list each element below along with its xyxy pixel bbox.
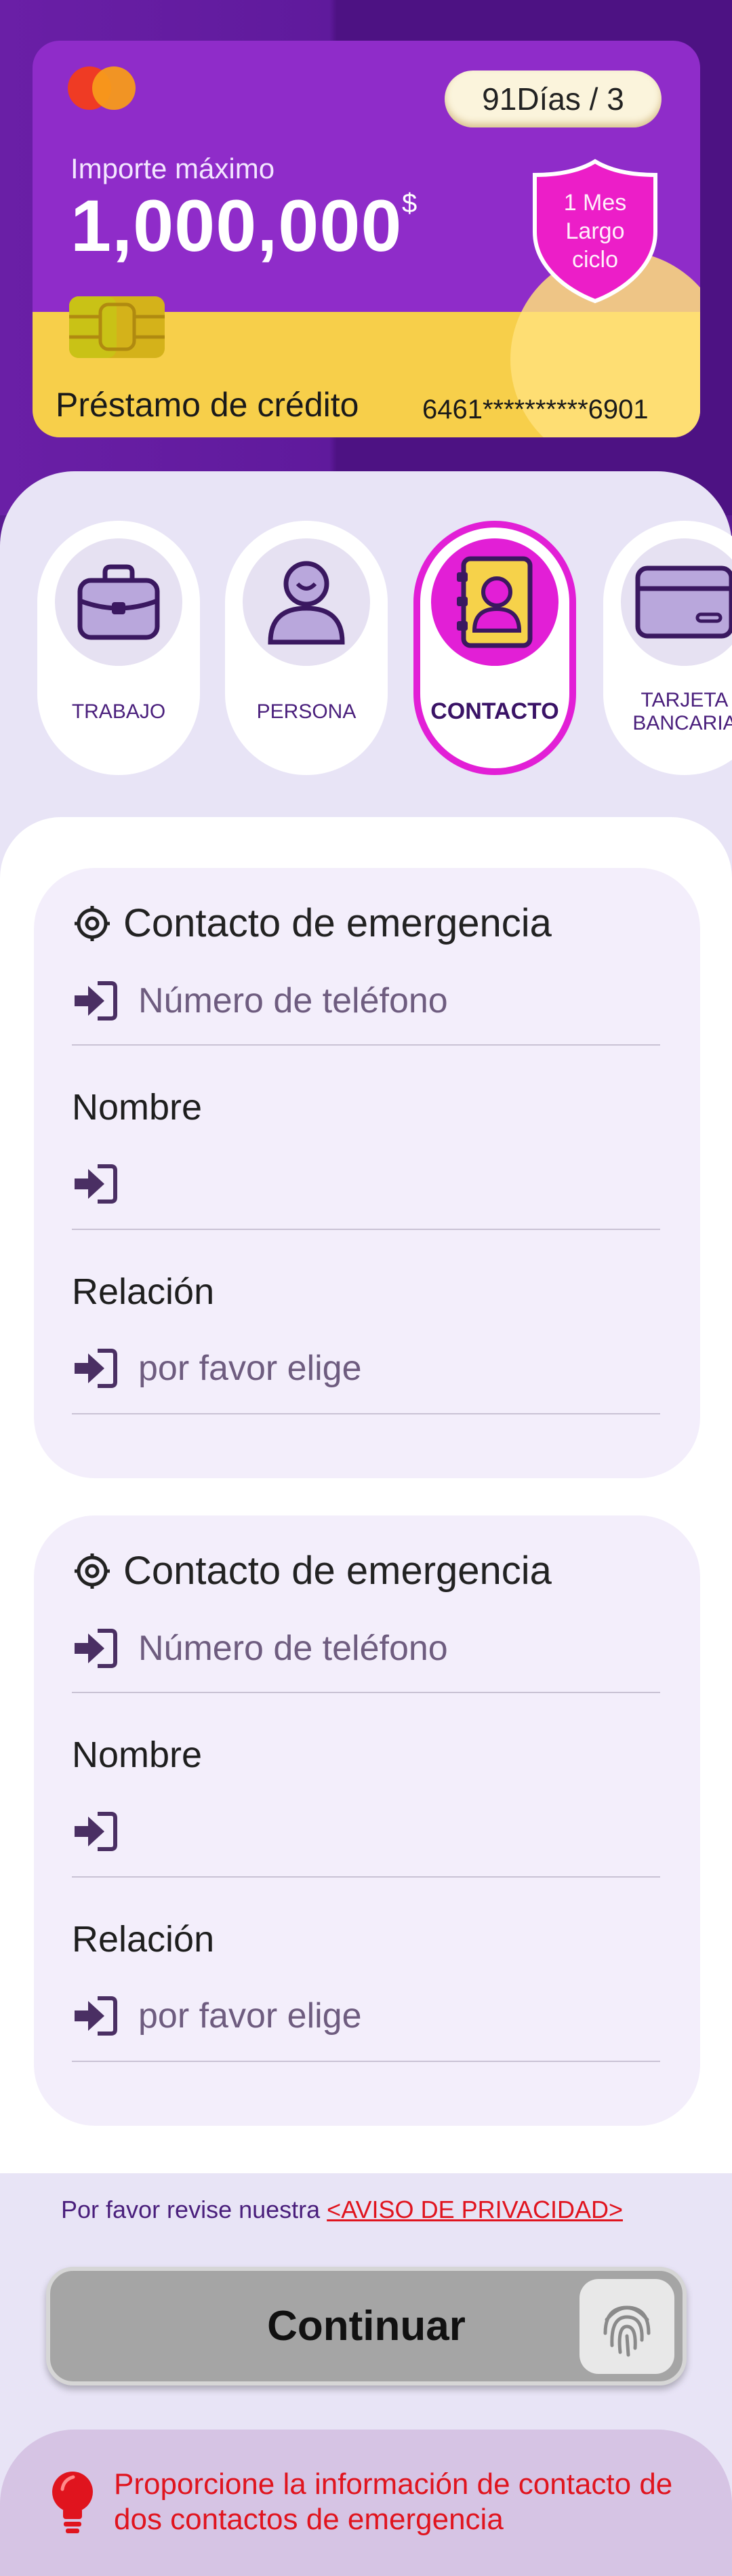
name-field[interactable]: Nombre	[72, 1693, 660, 1878]
step-persona[interactable]: PERSONA	[225, 521, 388, 775]
amount-label: Importe máximo	[70, 153, 275, 184]
loan-card: 91Días / 3 Importe máximo 1,000,000 $ 1 …	[33, 41, 700, 437]
contact-book-icon	[457, 556, 533, 648]
card-chip-icon	[69, 296, 165, 358]
target-icon	[75, 1553, 110, 1589]
login-arrow-icon	[75, 1996, 117, 2036]
relation-field[interactable]: Relación por favor elige	[72, 1878, 660, 2062]
privacy-notice: Por favor revise nuestra <AVISO DE PRIVA…	[61, 2196, 623, 2224]
term-badge: 91Días / 3	[445, 71, 662, 127]
phone-placeholder: Número de teléfono	[138, 981, 448, 1021]
step-tarjeta-bancaria[interactable]: TARJETA BANCARIA	[603, 521, 732, 775]
login-arrow-icon	[75, 1629, 117, 1668]
loan-title: Préstamo de crédito	[56, 386, 359, 424]
phone-field[interactable]: Número de teléfono	[72, 976, 660, 1046]
step-trabajo[interactable]: TRABAJO	[37, 521, 200, 775]
privacy-text: Por favor revise nuestra	[61, 2196, 327, 2223]
target-icon	[75, 905, 110, 941]
section-title: Contacto de emergencia	[73, 1548, 552, 1593]
phone-field[interactable]: Número de teléfono	[72, 1624, 660, 1693]
relation-placeholder: por favor elige	[138, 1349, 362, 1388]
section-title: Contacto de emergencia	[73, 900, 552, 946]
cycle-badge-text: 1 Mes Largo ciclo	[563, 190, 627, 273]
step-label-tarjeta-bancaria: TARJETA BANCARIA	[632, 689, 732, 734]
step-label-contacto: CONTACTO	[430, 698, 559, 724]
relation-field[interactable]: Relación por favor elige	[72, 1230, 660, 1414]
notice-text: Proporcione la información de contacto d…	[114, 2468, 673, 2536]
bottom-notice: Proporcione la información de contacto d…	[0, 2430, 732, 2576]
relation-placeholder: por favor elige	[138, 1996, 362, 2036]
lightbulb-icon	[52, 2472, 93, 2533]
step-navigation: TRABAJO PERSONA CONTACTO TARJETA BANCARI…	[0, 521, 732, 778]
name-field[interactable]: Nombre	[72, 1046, 660, 1230]
max-amount: 1,000,000	[70, 184, 403, 266]
login-arrow-icon	[75, 1349, 117, 1388]
step-label-trabajo: TRABAJO	[71, 700, 166, 723]
briefcase-icon	[77, 564, 160, 640]
form-container: Contacto de emergencia Número de teléfon…	[0, 817, 732, 2173]
emergency-contact-section-2: Contacto de emergencia Número de teléfon…	[34, 1515, 700, 2126]
fingerprint-icon	[580, 2279, 674, 2374]
card-number: 6461**********6901	[422, 395, 649, 424]
bank-card-icon	[635, 566, 732, 639]
login-arrow-icon	[75, 1812, 117, 1851]
relation-label: Relación	[72, 1919, 215, 1960]
person-icon	[268, 561, 345, 645]
currency-symbol: $	[402, 189, 418, 218]
step-contacto[interactable]: CONTACTO	[413, 521, 576, 775]
emergency-contact-section-1: Contacto de emergencia Número de teléfon…	[34, 868, 700, 1478]
name-label: Nombre	[72, 1087, 203, 1128]
mastercard-logo-icon	[68, 66, 142, 114]
name-label: Nombre	[72, 1735, 203, 1775]
continue-button[interactable]: Continuar	[46, 2267, 687, 2385]
login-arrow-icon	[75, 981, 117, 1021]
step-label-persona: PERSONA	[256, 700, 357, 723]
relation-label: Relación	[72, 1271, 215, 1312]
privacy-link[interactable]: <AVISO DE PRIVACIDAD>	[327, 2196, 623, 2223]
login-arrow-icon	[75, 1164, 117, 1204]
phone-placeholder: Número de teléfono	[138, 1629, 448, 1668]
